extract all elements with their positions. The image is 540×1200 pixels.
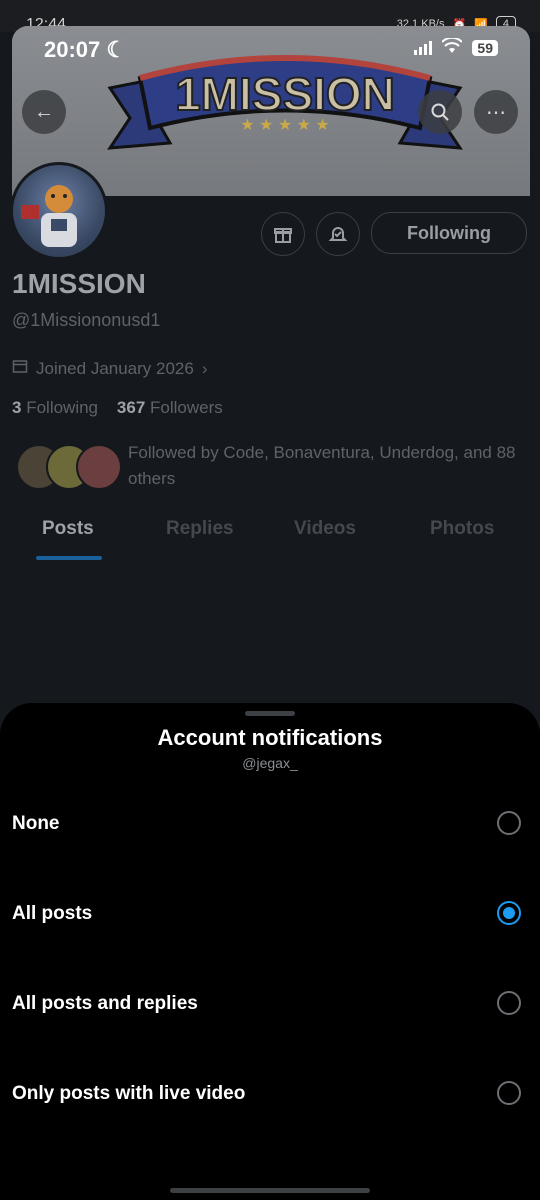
more-button[interactable]: ⋯ — [474, 90, 518, 134]
search-icon — [431, 103, 449, 121]
search-button[interactable] — [418, 90, 462, 134]
radio-none[interactable] — [497, 811, 521, 835]
option-none[interactable]: None — [0, 795, 540, 855]
option-all-posts[interactable]: All posts — [0, 885, 540, 945]
follower-avatar-3 — [76, 444, 122, 490]
tab-photos[interactable]: Photos — [430, 518, 494, 540]
option-label: All posts — [12, 903, 93, 924]
profile-tabs: Posts Replies Videos Photos — [0, 510, 540, 558]
tab-replies[interactable]: Replies — [166, 518, 234, 540]
radio-live-video[interactable] — [497, 1081, 521, 1105]
radio-all-posts[interactable] — [497, 901, 521, 925]
joined-text: Joined January 2026 — [36, 358, 194, 378]
avatar[interactable] — [10, 162, 108, 260]
option-label: None — [12, 813, 60, 834]
back-button[interactable]: ← — [22, 90, 66, 134]
following-button[interactable]: Following — [371, 212, 527, 254]
profile-handle: @1Missiononusd1 — [12, 310, 161, 330]
sheet-subtitle: @jegax_ — [242, 755, 298, 771]
following-link[interactable]: 3 Following — [12, 398, 98, 417]
chevron-right-icon: › — [201, 358, 208, 378]
option-label: All posts and replies — [12, 993, 198, 1014]
tab-posts[interactable]: Posts — [42, 518, 94, 540]
calendar-icon — [12, 358, 28, 379]
follow-stats: 3 Following 367 Followers — [12, 398, 223, 418]
more-dots-icon: ⋯ — [486, 101, 506, 124]
gift-button[interactable] — [261, 212, 305, 256]
joined-date[interactable]: Joined January 2026 › — [12, 358, 208, 379]
astronaut-dog-image — [21, 185, 77, 247]
tab-videos[interactable]: Videos — [294, 518, 356, 540]
logo-stars: ★ ★ ★ ★ ★ — [240, 117, 330, 134]
mission-logo: 1MISSION ★ ★ ★ ★ ★ — [107, 55, 463, 150]
bell-check-icon — [328, 227, 348, 241]
option-label: Only posts with live video — [12, 1083, 246, 1104]
account-notifications-sheet: Account notifications @jegax_ None All p… — [0, 703, 540, 1200]
followed-by-text[interactable]: Followed by Code, Bonaventura, Underdog,… — [128, 440, 528, 492]
option-live-video[interactable]: Only posts with live video — [0, 1065, 540, 1125]
display-name: 1MISSION — [12, 268, 146, 299]
gift-icon — [274, 228, 292, 243]
inner-battery-icon: 59 — [472, 39, 498, 56]
followers-link[interactable]: 367 Followers — [117, 398, 223, 417]
sheet-title: Account notifications — [157, 725, 383, 750]
option-all-posts-and-replies[interactable]: All posts and replies — [0, 975, 540, 1035]
home-indicator[interactable] — [170, 1188, 370, 1193]
radio-all-posts-and-replies[interactable] — [497, 991, 521, 1015]
back-arrow-icon: ← — [34, 100, 54, 123]
logo-text: 1MISSION — [175, 68, 395, 120]
sheet-drag-handle[interactable] — [245, 711, 295, 716]
notifications-bell-button[interactable] — [316, 212, 360, 256]
active-tab-indicator — [36, 556, 102, 560]
